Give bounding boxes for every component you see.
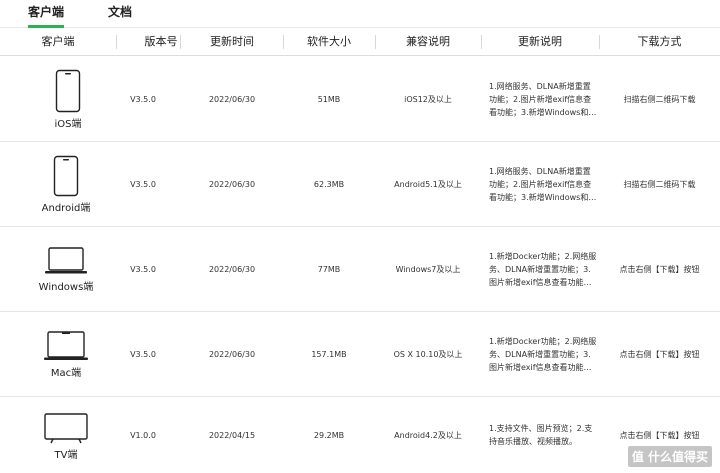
download-cell: 扫描右侧二维码下载 xyxy=(623,180,696,189)
tv-icon xyxy=(44,412,88,443)
date-cell: 2022/06/30 xyxy=(208,95,256,104)
tab-docs[interactable]: 文档 xyxy=(108,3,132,20)
compat-cell: Android4.2及以上 xyxy=(394,430,462,440)
notes-cell: 1.新增Docker功能；2.网络服务、DLNA新增重置功能；3.图片新增exi… xyxy=(489,312,601,397)
table-row: Windows端 V3.5.0 2022/06/30 77MB Windows7… xyxy=(0,227,720,312)
version-cell: V3.5.0 xyxy=(130,265,156,274)
size-cell: 62.3MB xyxy=(313,180,345,189)
version-cell: V3.5.0 xyxy=(130,180,156,189)
notes-text: 1.支持文件、图片预览；2.支持音乐播放、视频播放。 xyxy=(489,424,593,446)
notes-text: 1.网络服务、DLNA新增重置功能；2.图片新增exif信息查看功能；3.新增W… xyxy=(489,82,597,117)
compat-cell: iOS12及以上 xyxy=(404,95,452,104)
size-cell: 51MB xyxy=(317,95,341,104)
download-cell: 点击右侧【下载】按钮 xyxy=(619,265,700,274)
client-name: TV端 xyxy=(54,449,78,461)
download-cell: 点击右侧【下载】按钮 xyxy=(619,350,700,359)
version-cell: V3.5.0 xyxy=(130,350,156,359)
compat-cell: Android5.1及以上 xyxy=(394,180,462,189)
header-date: 更新时间 xyxy=(210,35,254,48)
macbook-icon xyxy=(44,331,88,360)
client-name: Windows端 xyxy=(38,282,94,293)
phone-icon xyxy=(55,69,81,113)
notes-cell: 1.网络服务、DLNA新增重置功能；2.图片新增exif信息查看功能；3.新增W… xyxy=(489,142,601,227)
header-size: 软件大小 xyxy=(307,35,351,48)
client-name: Android端 xyxy=(41,203,91,214)
date-cell: 2022/06/30 xyxy=(208,180,256,189)
compat-cell: OS X 10.10及以上 xyxy=(393,350,463,359)
size-cell: 29.2MB xyxy=(313,430,345,440)
tab-bar: 客户端 文档 xyxy=(0,0,720,28)
client-name: Mac端 xyxy=(50,368,82,379)
notes-text: 1.新增Docker功能；2.网络服务、DLNA新增重置功能；3.图片新增exi… xyxy=(489,252,597,287)
table-row: Mac端 V3.5.0 2022/06/30 157.1MB OS X 10.1… xyxy=(0,312,720,397)
table-header: 客户端 版本号 更新时间 软件大小 兼容说明 更新说明 下载方式 xyxy=(0,28,720,56)
notes-cell: 1.新增Docker功能；2.网络服务、DLNA新增重置功能；3.图片新增exi… xyxy=(489,227,601,312)
table-row: iOS端 V3.5.0 2022/06/30 51MB iOS12及以上 1.网… xyxy=(0,57,720,142)
header-download: 下载方式 xyxy=(637,35,682,48)
notes-cell: 1.支持文件、图片预览；2.支持音乐播放、视频播放。 xyxy=(489,397,601,473)
header-client: 客户端 xyxy=(41,35,75,48)
watermark: 值 什么值得买 xyxy=(627,446,712,467)
size-cell: 157.1MB xyxy=(311,350,347,359)
tab-client[interactable]: 客户端 xyxy=(28,3,64,20)
header-compat: 兼容说明 xyxy=(406,35,450,48)
laptop-icon xyxy=(45,247,87,274)
table-row: TV端 V1.0.0 2022/04/15 29.2MB Android4.2及… xyxy=(0,397,720,473)
header-notes: 更新说明 xyxy=(518,35,562,48)
date-cell: 2022/04/15 xyxy=(208,430,256,440)
table-row: Android端 V3.5.0 2022/06/30 62.3MB Androi… xyxy=(0,142,720,227)
date-cell: 2022/06/30 xyxy=(208,265,256,274)
date-cell: 2022/06/30 xyxy=(208,350,256,359)
version-cell: V1.0.0 xyxy=(130,430,156,440)
compat-cell: Windows7及以上 xyxy=(395,265,461,274)
size-cell: 77MB xyxy=(317,265,341,274)
phone-icon xyxy=(53,155,79,197)
client-name: iOS端 xyxy=(54,119,82,130)
download-cell: 扫描右侧二维码下载 xyxy=(623,95,696,104)
notes-text: 1.新增Docker功能；2.网络服务、DLNA新增重置功能；3.图片新增exi… xyxy=(489,337,597,372)
version-cell: V3.5.0 xyxy=(130,95,156,104)
notes-cell: 1.网络服务、DLNA新增重置功能；2.图片新增exif信息查看功能；3.新增W… xyxy=(489,57,601,142)
notes-text: 1.网络服务、DLNA新增重置功能；2.图片新增exif信息查看功能；3.新增W… xyxy=(489,167,597,202)
